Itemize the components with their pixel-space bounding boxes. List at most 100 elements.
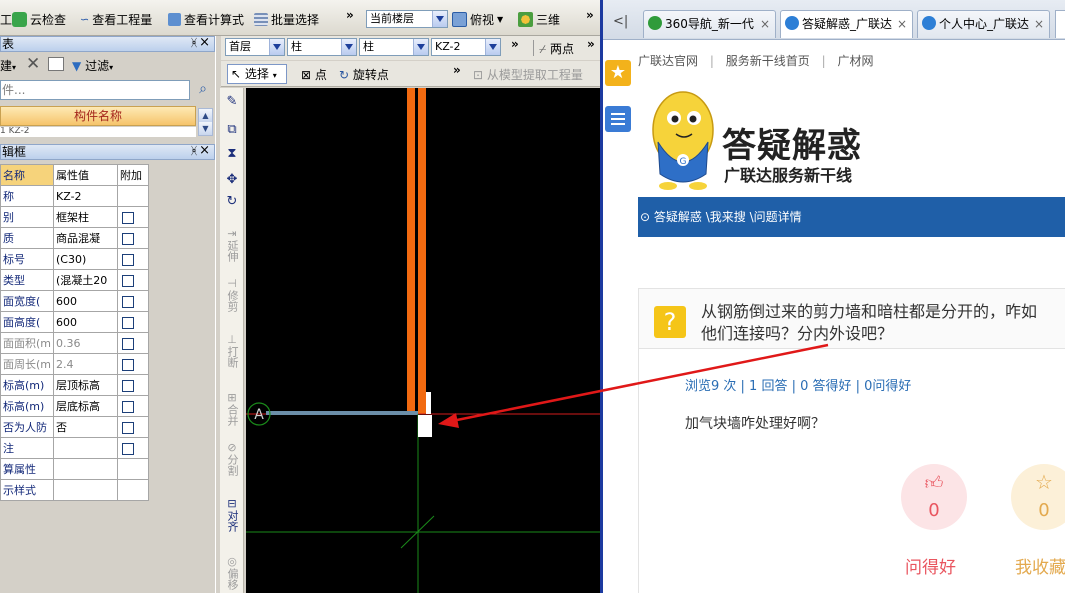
property-row[interactable]: 质商品混凝 <box>0 227 150 249</box>
tab-close-icon[interactable]: × <box>1034 11 1044 37</box>
mascot-logo-icon[interactable]: G <box>638 82 728 194</box>
property-row[interactable]: 示样式 <box>0 479 150 501</box>
view-formula-button[interactable]: 查看计算式 <box>168 10 244 28</box>
property-row[interactable]: 标高(m) 层底标高 <box>0 395 150 417</box>
drawing-canvas[interactable]: A <box>246 88 600 593</box>
property-value[interactable]: 层底标高 <box>53 395 119 417</box>
floor-mode-select[interactable]: 当前楼层 <box>366 10 448 28</box>
property-value[interactable]: (C30) <box>53 248 119 270</box>
scroll-up-icon[interactable]: ▲ <box>199 109 212 122</box>
nav-link-official[interactable]: 广联达官网 <box>638 54 698 68</box>
browser-tab[interactable]: 360导航_新一代 × <box>643 10 776 38</box>
extra-checkbox[interactable] <box>122 274 135 287</box>
break-tool[interactable]: ⊥ 打断 <box>223 334 241 369</box>
toolbar-overflow-chevron-icon-3[interactable]: » <box>511 37 519 51</box>
extra-checkbox[interactable] <box>122 400 135 413</box>
two-point-button[interactable]: ⌿ 两点 <box>539 40 574 57</box>
offset-tool[interactable]: ◎ 偏移 <box>223 556 241 591</box>
nav-link-material[interactable]: 广材网 <box>837 54 873 68</box>
favorites-star-icon[interactable]: ★ <box>605 60 631 86</box>
extra-checkbox[interactable] <box>122 421 135 434</box>
rotate-tool-icon[interactable]: ↻ <box>223 195 241 208</box>
element-select[interactable]: KZ-2 <box>431 38 501 56</box>
filter-button[interactable]: ▼ 过滤▾ <box>72 57 113 74</box>
extra-checkbox[interactable] <box>122 442 135 455</box>
breadcrumb-text[interactable]: 答疑解惑 \我来搜 \问题详情 <box>654 210 802 224</box>
split-tool[interactable]: ⊘ 分割 <box>223 442 241 477</box>
extend-tool[interactable]: ⇥ 延伸 <box>223 228 241 263</box>
scroll-down-icon[interactable]: ▼ <box>199 122 212 135</box>
point-tool-button[interactable]: ⊠ 点 <box>301 66 327 83</box>
extra-checkbox[interactable] <box>122 358 135 371</box>
property-value[interactable]: (混凝土20 <box>53 269 119 291</box>
toolbar-overflow-chevron-icon-2[interactable]: » <box>586 8 594 22</box>
list-scrollbar[interactable]: ▲ ▼ <box>198 108 213 136</box>
property-row[interactable]: 面高度(600 <box>0 311 150 333</box>
extra-checkbox[interactable] <box>122 211 135 224</box>
property-row[interactable]: 面周长(m 2.4 <box>0 353 150 375</box>
property-row[interactable]: 类型 (混凝土20 <box>0 269 150 291</box>
move-icon[interactable]: ✥ <box>223 173 241 186</box>
list-item[interactable]: 1 KZ-2 <box>0 127 196 137</box>
toolbar-item-partial[interactable]: 工 <box>0 10 12 28</box>
extra-checkbox[interactable] <box>122 379 135 392</box>
pin-icon[interactable]: ᚸ <box>191 37 197 51</box>
nav-link-service[interactable]: 服务新干线首页 <box>726 54 810 68</box>
search-icon[interactable]: ⌕ <box>192 80 214 100</box>
extra-checkbox[interactable] <box>122 295 135 308</box>
select-tool-button[interactable]: ↖ 选择 ▾ <box>227 64 287 84</box>
property-row[interactable]: 标号 (C30) <box>0 248 150 270</box>
mirror-icon[interactable]: ⧗ <box>223 147 241 160</box>
favorite-button[interactable]: ☆ 0 <box>1011 464 1065 530</box>
property-row[interactable]: 面面积(m 0.36 <box>0 332 150 354</box>
copy-tool-icon[interactable]: ⧉ <box>223 123 241 136</box>
category-select[interactable]: 柱 <box>287 38 357 56</box>
component-search-input[interactable]: 件... <box>0 80 190 100</box>
batch-select-button[interactable]: 批量选择 <box>254 10 319 28</box>
extra-checkbox[interactable] <box>122 232 135 245</box>
property-row[interactable]: 标高(m) 层顶标高 <box>0 374 150 396</box>
close-icon[interactable]: × <box>199 36 210 50</box>
rotate-point-button[interactable]: ↻ 旋转点 <box>339 66 389 83</box>
brush-icon[interactable]: ✎ <box>223 95 241 108</box>
align-tool[interactable]: ⊟ 对齐 <box>223 498 241 533</box>
close-icon-2[interactable]: × <box>199 144 210 158</box>
property-value[interactable] <box>53 437 119 459</box>
property-row[interactable]: 面宽度(600 <box>0 290 150 312</box>
copy-icon[interactable] <box>48 57 64 71</box>
component-name-column-header[interactable]: 构件名称 <box>0 106 196 126</box>
property-value[interactable] <box>53 479 119 501</box>
property-row[interactable]: 称 KZ-2 <box>0 185 150 207</box>
toolbar-overflow-chevron-icon-4[interactable]: » <box>587 37 595 51</box>
tab-partial[interactable] <box>1055 10 1065 38</box>
list-icon[interactable] <box>605 106 631 132</box>
tab-close-icon[interactable]: × <box>760 11 770 37</box>
property-value[interactable]: 2.4 <box>53 353 119 375</box>
toolbar-overflow-chevron-icon[interactable]: » <box>346 8 354 22</box>
property-value[interactable]: 0.36 <box>53 332 119 354</box>
browser-tab[interactable]: 个人中心_广联达 × <box>917 10 1050 38</box>
pin-icon-2[interactable]: ᚸ <box>191 145 197 159</box>
property-row[interactable]: 算属性 <box>0 458 150 480</box>
floor-select[interactable]: 首层 <box>225 38 285 56</box>
property-value[interactable]: 框架柱 <box>53 206 119 228</box>
view-quantity-button[interactable]: ∽ 查看工程量 <box>80 10 152 28</box>
extra-checkbox[interactable] <box>122 337 135 350</box>
extract-quantity-button[interactable]: ⊡ 从模型提取工程量 <box>473 66 583 83</box>
extra-checkbox[interactable] <box>122 253 135 266</box>
property-row[interactable]: 别框架柱 <box>0 206 150 228</box>
property-value[interactable]: 层顶标高 <box>53 374 119 396</box>
browser-tab[interactable]: 答疑解惑_广联达 × <box>780 10 913 38</box>
good-question-button[interactable]: 👍︎ 0 <box>901 464 967 530</box>
delete-icon[interactable]: ✕ <box>26 54 40 74</box>
property-row[interactable]: 注 <box>0 437 150 459</box>
tab-close-icon[interactable]: × <box>897 11 907 37</box>
property-value[interactable]: 商品混凝 <box>53 227 119 249</box>
merge-tool[interactable]: ⊞ 合并 <box>223 392 241 427</box>
question-title[interactable]: 从钢筋倒过来的剪力墙和暗柱都是分开的，咋如 他们连接吗？分内外设吧？ <box>701 301 1037 345</box>
property-row[interactable]: 否为人防否 <box>0 416 150 438</box>
new-button[interactable]: 建▾ <box>0 57 16 74</box>
property-value[interactable]: KZ-2 <box>53 185 119 207</box>
property-value[interactable]: 否 <box>53 416 119 438</box>
column-kz2[interactable] <box>418 415 432 437</box>
